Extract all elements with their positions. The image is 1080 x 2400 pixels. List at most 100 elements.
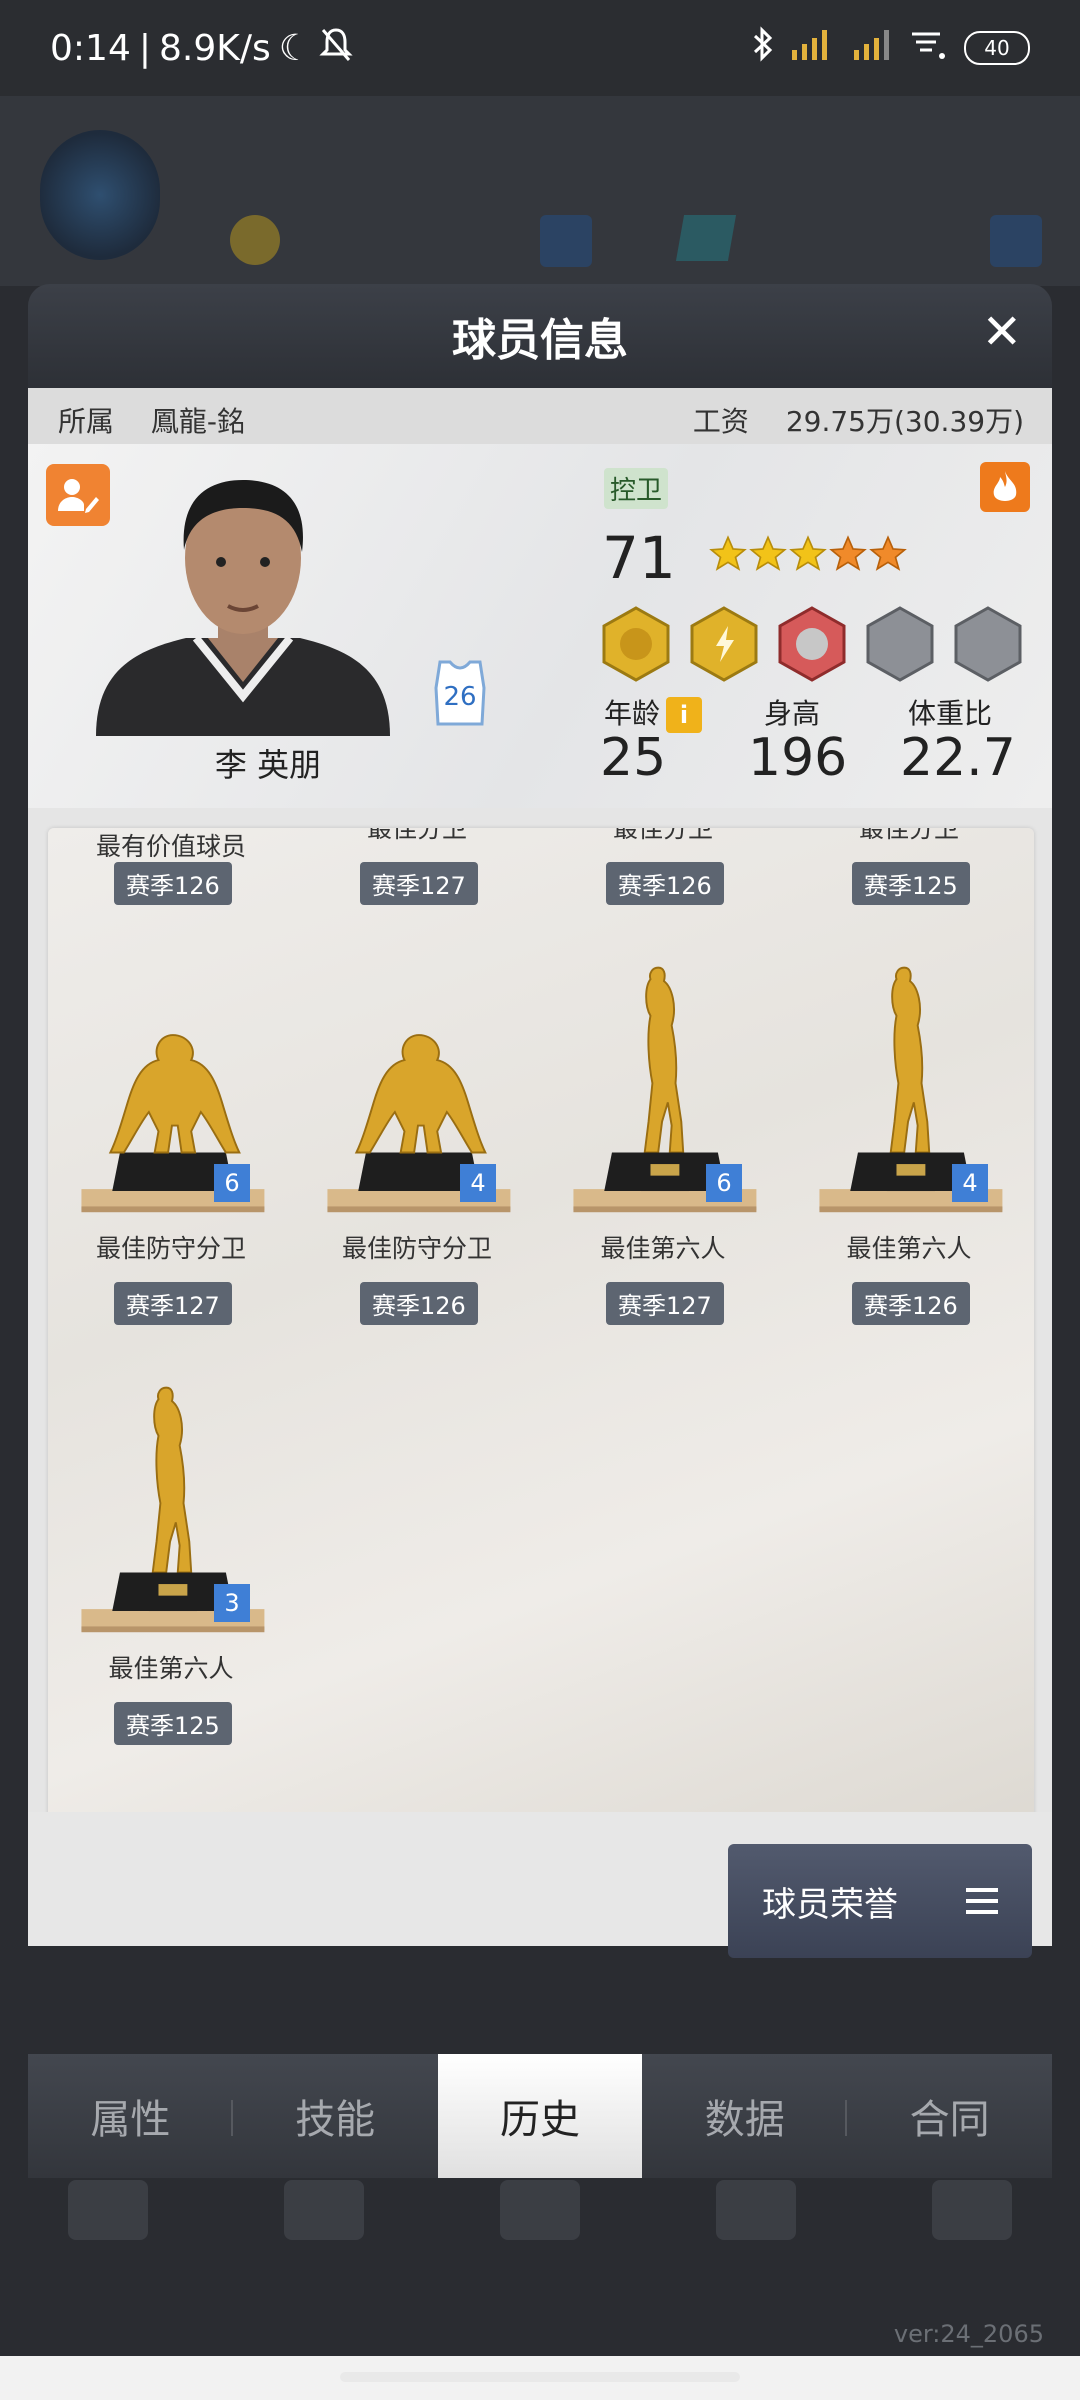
version-label: ver:24_2065 [893,2320,1044,2348]
age-value: 25 [600,728,667,788]
tab-skills[interactable]: 技能 [233,2054,438,2178]
star-icon [829,535,867,571]
battery-icon: 40 [964,31,1030,65]
clock: 0:14 [50,27,131,69]
salary-value: 29.75万(30.39万) [785,405,1024,438]
jersey-number: 26 [443,682,477,712]
add-gem-button [990,215,1042,267]
season-tag: 赛季125 [852,862,970,905]
weight-ratio-value: 22.7 [900,728,1016,788]
season-tag: 赛季127 [360,862,478,905]
overall-rating: 71 [602,524,676,592]
tab-attributes[interactable]: 属性 [28,2054,233,2178]
gold-badge-icon[interactable] [600,606,672,682]
tab-history[interactable]: 历史 [437,2054,643,2178]
position-tag: 控卫 [604,468,669,509]
gold-lightning-badge-icon[interactable] [688,606,760,682]
red-badge-icon[interactable] [776,606,848,682]
star-icon [709,535,747,571]
player-name: 李 英朋 [214,746,322,784]
home-indicator[interactable] [340,2372,740,2382]
trophy-name: 最佳第六人 [108,1654,234,1683]
close-button[interactable]: ✕ [982,304,1022,360]
hot-button[interactable] [980,462,1030,512]
trophy-item[interactable]: 3最佳分卫赛季125 [786,828,1032,958]
trophy-wall[interactable]: 4常规赛 最有价值球员赛季1266最佳分卫赛季1274最佳分卫赛季1263最佳分… [48,828,1034,1824]
trophy-name: 常规赛 最有价值球员 [95,828,246,861]
mute-bell-icon [319,26,353,71]
coin-icon [230,215,280,265]
height-value: 196 [748,728,848,788]
add-coin-button [540,215,592,267]
trophy-item[interactable]: 3 最佳第六人 赛季125 [48,1378,294,1798]
team-logo [40,130,160,260]
trophy-item[interactable]: 4最佳分卫赛季126 [540,828,786,958]
trophy-item[interactable]: 6最佳分卫赛季127 [294,828,540,958]
empty-badge-icon[interactable] [952,606,1024,682]
trophy-name: 最佳防守分卫 [95,1234,246,1263]
skill-badges [600,606,1024,682]
modal-title: 球员信息 [452,315,628,366]
star-icon [869,535,907,571]
player-info-modal: 球员信息 ✕ 所属 鳳龍-銘 工资 29.75万(30.39万) 李 英朋 26… [28,284,1052,2178]
trophy-icon [48,1378,294,1638]
trophy-section: 4常规赛 最有价值球员赛季1266最佳分卫赛季1274最佳分卫赛季1263最佳分… [28,808,1052,1824]
lower-pane: 球员荣誉 [28,1812,1052,1958]
trophy-count-badge: 4 [460,1164,496,1202]
trophy-count-badge: 6 [706,1164,742,1202]
player-honors-button[interactable]: 球员荣誉 [728,1844,1032,1958]
trophy-name: 最佳分卫 [612,828,713,843]
jersey-icon: 26 [432,658,488,728]
affiliation-label: 所属 [58,405,115,438]
contract-strip: 所属 鳳龍-銘 工资 29.75万(30.39万) [28,388,1052,444]
trophy-item[interactable]: 4 最佳防守分卫赛季126 [294,958,540,1378]
weight-ratio-label: 体重比 [908,697,993,730]
fire-icon [993,471,1017,501]
signal-icon [790,26,836,71]
tab-data[interactable]: 数据 [642,2054,848,2178]
wifi-icon [908,26,948,71]
gem-icon [675,215,737,261]
salary-label: 工资 [692,405,749,438]
trophy-icon [786,958,1032,1218]
season-tag: 赛季126 [114,862,232,905]
trophy-item[interactable]: 6 最佳第六人 赛季127 [540,958,786,1378]
tab-bar: 属性 技能 历史 数据 合同 [28,2054,1052,2178]
signal-2-icon [852,26,892,71]
moon-icon: ☾ [278,27,312,69]
player-honors-label: 球员荣誉 [762,1884,898,1925]
empty-badge-icon[interactable] [864,606,936,682]
trophy-item[interactable]: 4常规赛 最有价值球员赛季126 [48,828,294,958]
height-label: 身高 [764,697,821,730]
trophy-item[interactable]: 4 最佳第六人赛季126 [786,958,1032,1378]
trophy-icon [294,958,540,1218]
trophy-name: 最佳分卫 [858,828,959,843]
season-tag: 赛季126 [852,1282,970,1325]
season-tag: 赛季125 [114,1702,232,1745]
trophy-count-badge: 4 [952,1164,988,1202]
status-bar: 0:14 | 8.9K/s ☾ 40 [0,0,1080,96]
age-label: 年龄 [604,697,661,730]
star-rating [708,534,908,574]
trophy-name: 最佳防守分卫 [341,1234,492,1263]
star-icon [789,535,827,571]
player-portrait [76,460,410,736]
network-speed: 8.9K/s [158,27,271,69]
tab-contract[interactable]: 合同 [847,2054,1052,2178]
season-tag: 赛季126 [606,862,724,905]
trophy-name: 最佳第六人 [846,1234,972,1263]
trophy-count-badge: 6 [214,1164,250,1202]
trophy-item[interactable]: 6 最佳防守分卫赛季127 [48,958,294,1378]
star-icon [749,535,787,571]
trophy-name: 最佳分卫 [366,828,467,843]
season-tag: 赛季126 [360,1282,478,1325]
trophy-icon [48,958,294,1218]
info-icon[interactable]: i [666,697,703,733]
season-tag: 赛季127 [114,1282,232,1325]
menu-icon [966,1888,998,1914]
modal-header: 球员信息 ✕ [28,284,1052,388]
trophy-icon [540,958,786,1218]
affiliation-value: 鳳龍-銘 [150,405,246,438]
bluetooth-icon [752,25,774,71]
season-tag: 赛季127 [606,1282,724,1325]
